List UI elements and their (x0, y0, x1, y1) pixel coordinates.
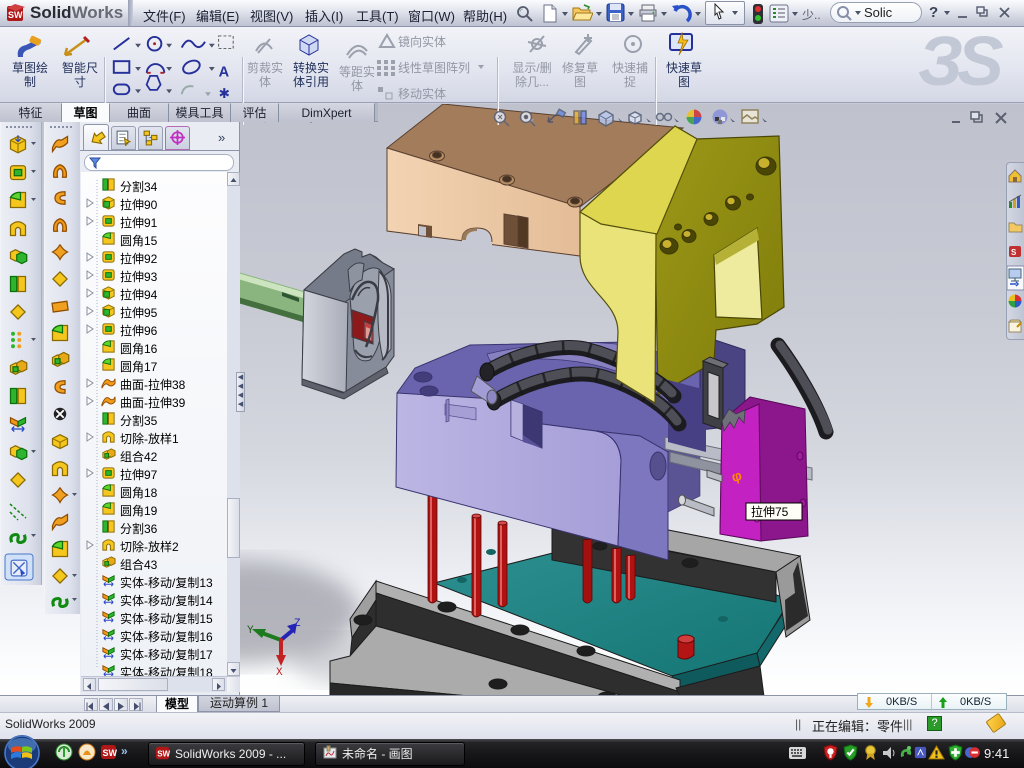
svg-text:SW: SW (8, 10, 23, 20)
svg-text:S: S (1011, 248, 1017, 257)
svg-text:X: X (276, 667, 283, 679)
svg-text:SW: SW (157, 750, 170, 759)
svg-text:Z: Z (294, 618, 301, 630)
svg-text:SW: SW (103, 748, 118, 758)
svg-text:A: A (219, 65, 230, 81)
svg-text:Y: Y (247, 625, 254, 637)
svg-text:✱: ✱ (219, 86, 230, 100)
svg-text:拉伸75: 拉伸75 (751, 504, 789, 519)
